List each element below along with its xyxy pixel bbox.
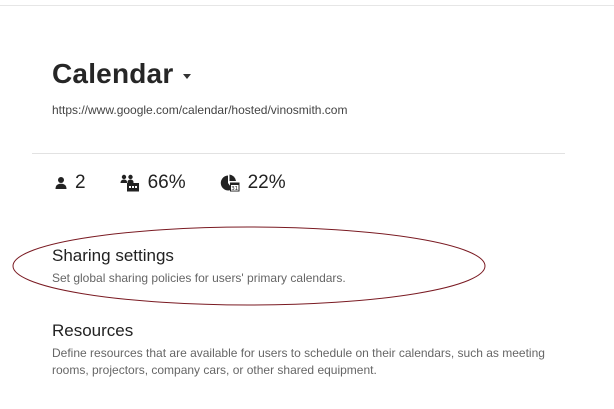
user-icon xyxy=(55,176,67,190)
stats-row: 2 66% 31 22% xyxy=(55,172,320,194)
calendar-chart-icon: 31 xyxy=(220,174,240,192)
stat-users: 2 xyxy=(55,172,86,194)
svg-text:31: 31 xyxy=(231,186,238,192)
top-divider xyxy=(0,5,614,6)
stat-calendar-users-value: 66% xyxy=(147,172,186,193)
stat-calendar-users: 66% xyxy=(120,172,186,194)
resources-description: Define resources that are available for … xyxy=(52,346,545,377)
stat-calendar-usage: 31 22% xyxy=(220,172,286,194)
section-divider xyxy=(32,153,565,154)
stat-users-value: 2 xyxy=(75,172,86,193)
resources-section[interactable]: Resources Define resources that are avai… xyxy=(52,321,572,379)
resources-link[interactable]: Resources xyxy=(52,321,572,341)
chevron-down-icon[interactable] xyxy=(183,73,192,79)
calendar-users-icon xyxy=(120,174,140,192)
highlight-ellipse xyxy=(12,226,486,306)
title-row: Calendar xyxy=(52,58,192,90)
calendar-settings-panel: Calendar https://www.google.com/calendar… xyxy=(0,0,614,409)
service-url: https://www.google.com/calendar/hosted/v… xyxy=(52,103,348,117)
page-title: Calendar xyxy=(52,58,174,89)
stat-calendar-usage-value: 22% xyxy=(247,172,286,193)
